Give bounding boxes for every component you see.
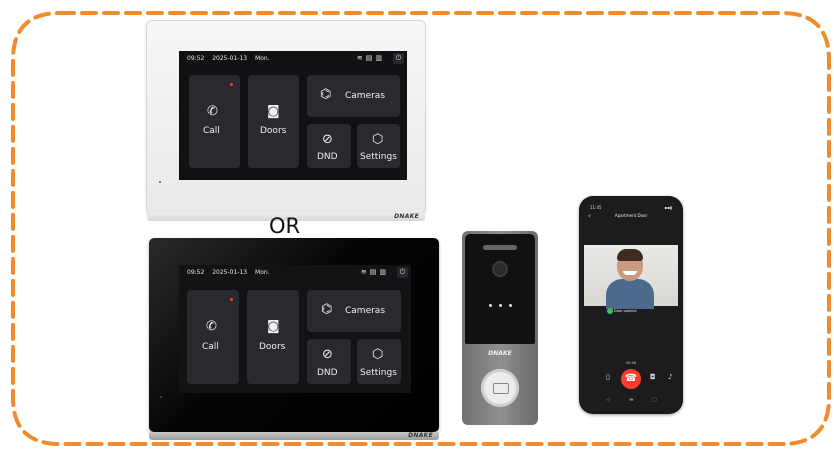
status-bar: 09:52 2025-01-13 Mon. [187, 55, 276, 62]
nav-home-icon[interactable]: ▬ [629, 397, 634, 403]
phone-status-icons: ▪▪▮ [664, 205, 672, 210]
visitor-body [606, 279, 654, 309]
brand-logo: DNAKE [394, 213, 419, 220]
status-icons: ≋▤▥ [361, 268, 389, 276]
settings-label: Settings [360, 152, 397, 162]
call-label: Call [203, 126, 220, 136]
camera-icon[interactable]: ◘ [650, 373, 656, 381]
status-date: 2025-01-13 [212, 269, 248, 276]
card-reader-icon [493, 383, 509, 394]
call-controls: ▯ ☎ ◘ ♪ [584, 369, 678, 389]
monitor-screen: 09:52 2025-01-13 Mon. ≋▤▥ ⏻ ✆ Call ◙ Doo… [179, 265, 411, 393]
status-weekday: Mon. [255, 269, 270, 276]
dnd-tile[interactable]: ⊘ DND [307, 339, 351, 384]
do-not-disturb-icon: ⊘ [322, 132, 333, 147]
camera-light-bar [483, 245, 517, 250]
indoor-monitor-black: 09:52 2025-01-13 Mon. ≋▤▥ ⏻ ✆ Call ◙ Doo… [149, 238, 439, 440]
phone-icon: ✆ [207, 104, 218, 119]
visitor-smile [623, 271, 637, 275]
monitor-screen: 09:52 2025-01-13 Mon. ≋▤▥ ⏻ ✆ Call ◙ Doo… [179, 51, 407, 180]
camera-lens-icon [492, 261, 508, 277]
settings-label: Settings [360, 368, 397, 378]
doors-label: Doors [259, 342, 286, 352]
dnd-tile[interactable]: ⊘ DND [307, 124, 351, 168]
status-icons: ≋▤▥ [357, 54, 385, 62]
smartphone: 11:45 ▪▪▮ ‹ Apartment Door Door opened 0… [579, 196, 683, 414]
intercom-icon: ◙ [267, 104, 280, 119]
call-tile[interactable]: ✆ Call [189, 75, 240, 168]
sd-card-icon: ▤ [369, 268, 380, 276]
phone-screen: 11:45 ▪▪▮ ‹ Apartment Door Door opened 0… [584, 201, 678, 409]
cctv-camera-icon: ⌬ [320, 87, 332, 102]
call-label: Call [202, 342, 219, 352]
phone-icon: ✆ [206, 319, 217, 334]
brand-logo: DNAKE [488, 350, 512, 357]
power-icon[interactable]: ⏻ [393, 53, 404, 64]
sd-card-icon: ▤ [365, 54, 376, 62]
monitor-led [159, 181, 161, 183]
document-icon: ▥ [375, 54, 385, 62]
status-bar: 09:52 2025-01-13 Mon. [187, 269, 276, 276]
brand-logo: DNAKE [408, 432, 433, 439]
mic-icon[interactable]: ♪ [668, 373, 672, 381]
indicator-light [489, 304, 492, 307]
wifi-icon: ≋ [360, 268, 370, 276]
cameras-tile[interactable]: ⌬ Cameras [307, 290, 401, 332]
status-time: 09:52 [187, 269, 205, 276]
do-not-disturb-icon: ⊘ [322, 347, 333, 362]
monitor-led [160, 396, 162, 398]
door-station: DNAKE [462, 231, 538, 425]
cctv-camera-icon: ⌬ [321, 302, 333, 317]
cameras-label: Cameras [345, 306, 386, 316]
phone-icon[interactable]: ▯ [606, 373, 610, 381]
phone-status-time: 11:45 [590, 205, 602, 210]
doors-tile[interactable]: ◙ Doors [248, 75, 299, 168]
call-tile[interactable]: ✆ Call [187, 290, 239, 384]
dnd-label: DND [317, 152, 338, 162]
power-icon[interactable]: ⏻ [397, 267, 408, 278]
indoor-monitor-white: 09:52 2025-01-13 Mon. ≋▤▥ ⏻ ✆ Call ◙ Doo… [146, 20, 426, 221]
wifi-icon: ≋ [356, 54, 366, 62]
call-title: Apartment Door [614, 213, 648, 218]
video-feed [584, 245, 678, 309]
call-button-ring[interactable] [481, 369, 519, 407]
settings-tile[interactable]: ⬡ Settings [357, 124, 400, 168]
call-timer: 00:06 [625, 361, 637, 365]
notification-dot [230, 83, 233, 86]
indicator-light [509, 304, 512, 307]
nav-bar: ◁ ▬ ▢ [584, 397, 678, 407]
visitor-hair [617, 249, 643, 261]
door-status: Door opened [614, 309, 637, 313]
settings-hexagon-icon: ⬡ [372, 132, 384, 147]
hangup-icon[interactable]: ☎ [621, 369, 641, 389]
door-station-panel [465, 234, 535, 344]
settings-hexagon-icon: ⬡ [372, 347, 384, 362]
indicator-light [499, 304, 502, 307]
dnd-label: DND [317, 368, 338, 378]
or-label: OR [269, 214, 301, 238]
monitor-base [149, 432, 439, 440]
doors-label: Doors [260, 126, 287, 136]
status-time: 09:52 [187, 55, 205, 62]
document-icon: ▥ [379, 268, 389, 276]
intercom-icon: ◙ [267, 319, 280, 334]
nav-back-icon[interactable]: ◁ [606, 397, 610, 403]
doors-tile[interactable]: ◙ Doors [247, 290, 299, 384]
cameras-label: Cameras [345, 91, 386, 101]
cameras-tile[interactable]: ⌬ Cameras [307, 75, 400, 117]
nav-recent-icon[interactable]: ▢ [652, 397, 657, 403]
status-date: 2025-01-13 [212, 55, 248, 62]
door-opened-icon [607, 308, 613, 314]
status-weekday: Mon. [255, 55, 270, 62]
settings-tile[interactable]: ⬡ Settings [357, 339, 401, 384]
notification-dot [230, 298, 233, 301]
